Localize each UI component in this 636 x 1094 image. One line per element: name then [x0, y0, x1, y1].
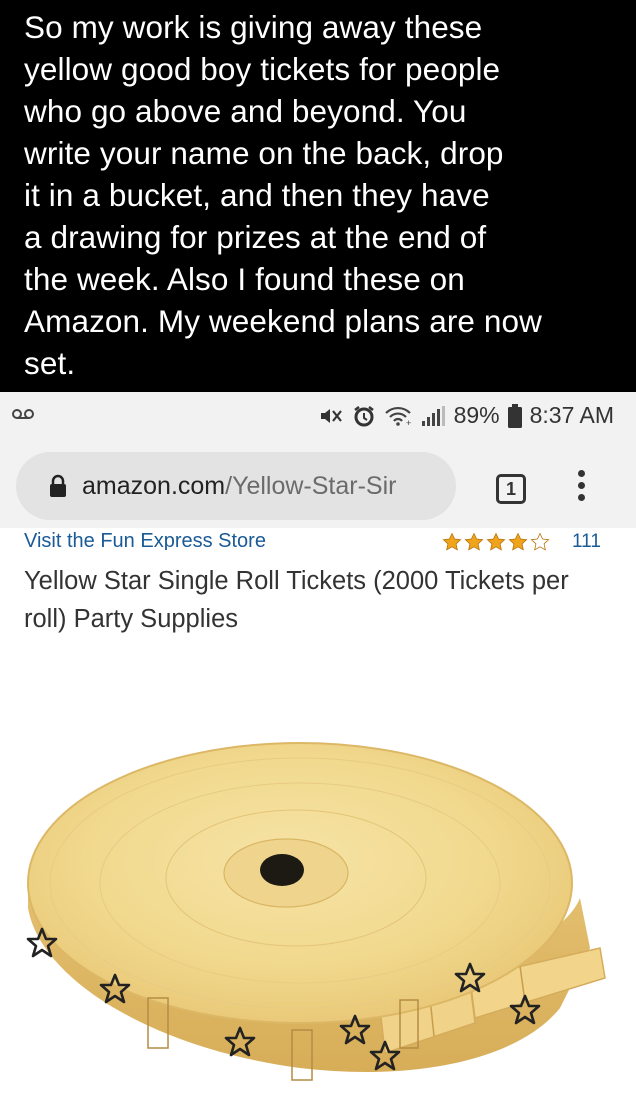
browser-toolbar: amazon.com/Yellow-Star-Sir — [0, 442, 636, 528]
star-rating-icon[interactable] — [442, 532, 552, 552]
more-vert-icon[interactable] — [575, 470, 587, 510]
battery-percent: 89% — [453, 402, 500, 428]
address-bar[interactable]: amazon.com/Yellow-Star-Sir — [16, 452, 456, 520]
wifi-icon: + — [384, 406, 411, 427]
caption-line: the week. Also I found these on — [24, 261, 465, 297]
caption-text-block: So my work is giving away these yellow g… — [0, 0, 636, 392]
status-bar: + 89% 8:37 AM — [0, 392, 636, 442]
battery-icon — [507, 403, 522, 428]
caption-line: set. — [24, 345, 76, 381]
product-title: Yellow Star Single Roll Tickets (2000 Ti… — [24, 567, 569, 633]
caption-line: yellow good boy tickets for people — [24, 51, 501, 87]
svg-text:+: + — [406, 418, 411, 427]
url-path: /Yellow-Star-Sir — [225, 471, 397, 500]
product-page: Visit the Fun Express Store 111 Yellow S… — [0, 528, 636, 1094]
tab-switcher-button[interactable]: 1 — [496, 474, 526, 504]
review-count[interactable]: 111 — [572, 531, 601, 553]
caption-line: Amazon. My weekend plans are now — [24, 303, 542, 339]
url-text[interactable]: amazon.com/Yellow-Star-Sir — [82, 472, 396, 501]
store-link[interactable]: Visit the Fun Express Store — [24, 528, 266, 550]
alarm-icon — [353, 405, 374, 426]
caption-line: write your name on the back, drop — [24, 135, 504, 171]
signal-icon — [421, 405, 445, 426]
mute-vibrate-icon — [320, 408, 342, 423]
caption-line: a drawing for prizes at the end of — [24, 219, 487, 255]
url-domain: amazon.com — [82, 471, 226, 500]
caption-line: who go above and beyond. You — [24, 93, 467, 129]
ticket-roll-image[interactable] — [0, 648, 636, 1094]
voicemail-icon — [12, 409, 34, 419]
status-time: 8:37 AM — [529, 402, 614, 428]
lock-icon — [50, 474, 66, 497]
caption-line: So my work is giving away these — [24, 9, 483, 45]
caption-line: it in a bucket, and then they have — [24, 177, 490, 213]
